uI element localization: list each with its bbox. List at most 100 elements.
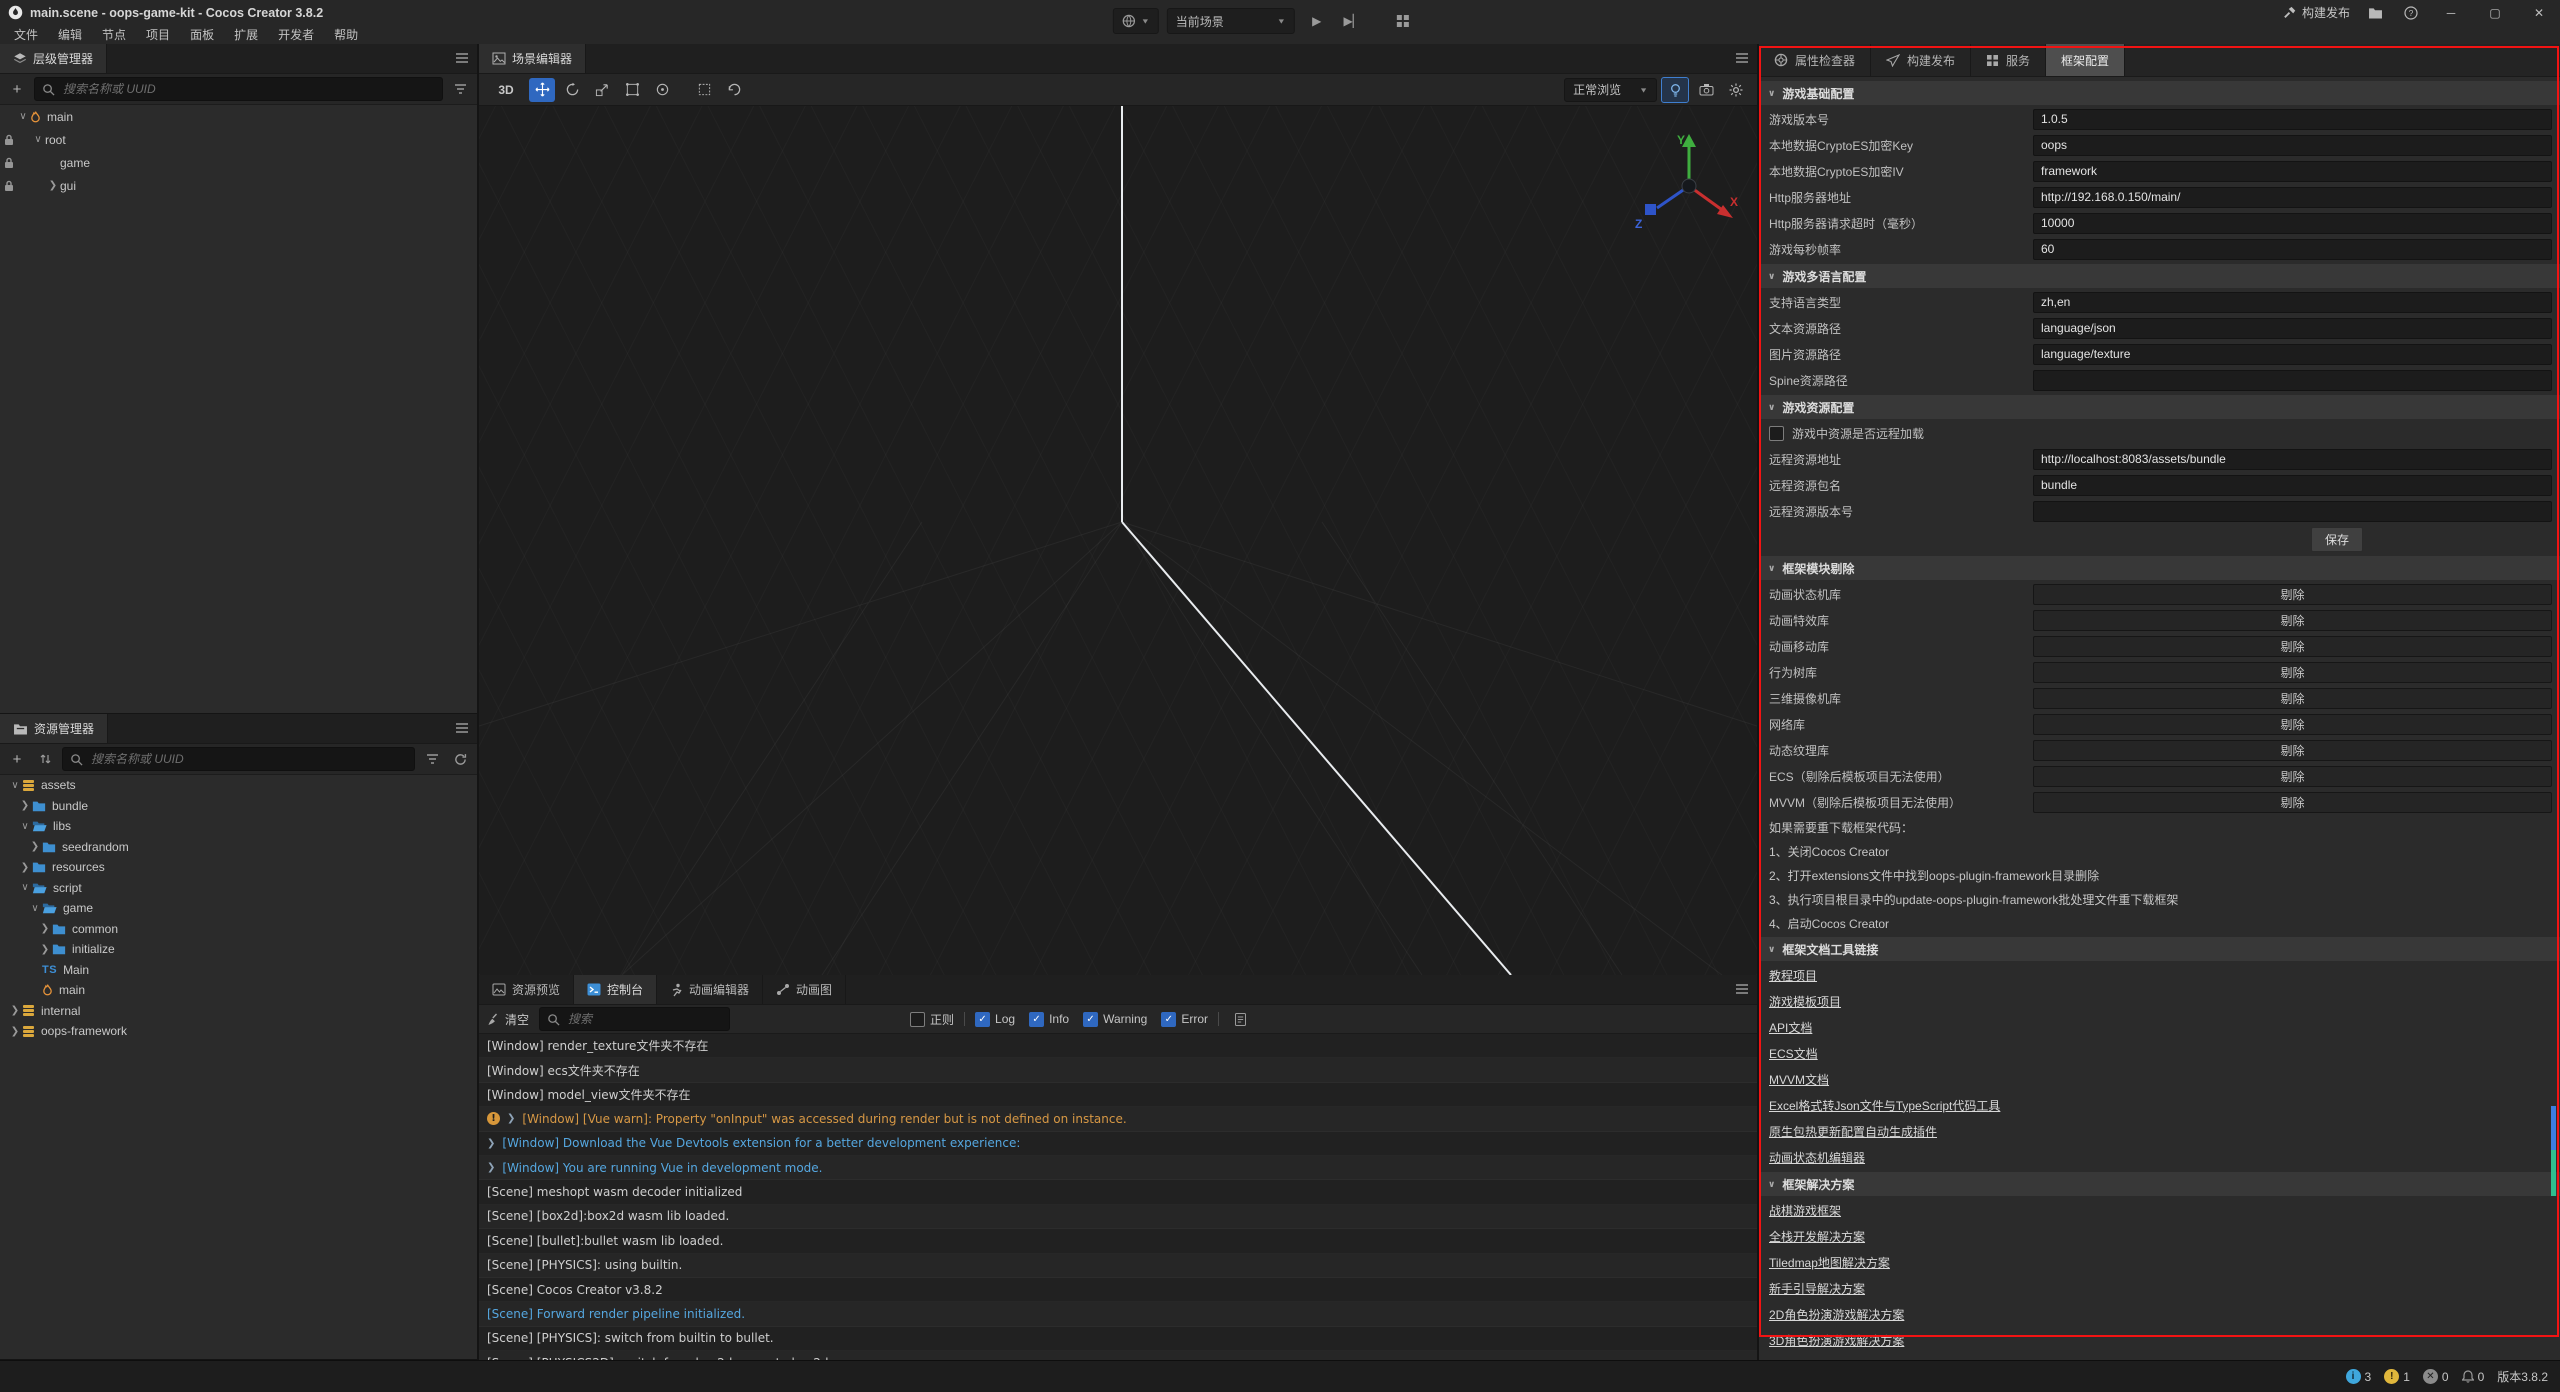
- log-row[interactable]: [Scene] [box2d]:box2d wasm lib loaded.: [479, 1205, 1757, 1229]
- save-button[interactable]: 保存: [2311, 527, 2363, 552]
- asset-node-game[interactable]: ∨game: [0, 898, 477, 919]
- collapse-arrow-icon[interactable]: ∨: [31, 134, 45, 145]
- hierarchy-menu-icon[interactable]: [455, 52, 469, 64]
- expand-arrow-icon[interactable]: ❯: [487, 1162, 495, 1173]
- maximize-button[interactable]: ▢: [2480, 0, 2510, 25]
- tab-assets[interactable]: 资源管理器: [0, 714, 108, 743]
- log-row[interactable]: [Scene] [PHYSICS]: switch from builtin t…: [479, 1327, 1757, 1351]
- minimize-button[interactable]: ─: [2436, 0, 2466, 25]
- scrollbar-thumb[interactable]: [2551, 1106, 2556, 1150]
- doc-link[interactable]: API文档: [1769, 1019, 1812, 1036]
- expand-arrow-icon[interactable]: ❯: [8, 1005, 22, 1016]
- console-menu-icon[interactable]: [1735, 983, 1749, 995]
- remove-module-button[interactable]: 剔除: [2033, 584, 2552, 605]
- remote-load-checkbox[interactable]: 游戏中资源是否远程加载: [1759, 420, 2560, 446]
- field-input-远程资源地址[interactable]: [2033, 449, 2552, 470]
- tool-scale-icon[interactable]: [589, 78, 615, 102]
- log-row[interactable]: [Scene] Forward render pipeline initiali…: [479, 1302, 1757, 1326]
- menu-item-5[interactable]: 扩展: [224, 26, 268, 43]
- remove-module-button[interactable]: 剔除: [2033, 792, 2552, 813]
- doc-link[interactable]: Tiledmap地图解决方案: [1769, 1254, 1890, 1271]
- field-input-远程资源包名[interactable]: [2033, 475, 2552, 496]
- view-mode-dropdown[interactable]: 正常浏览 ▼: [1564, 78, 1657, 102]
- log-row[interactable]: [Window] ecs文件夹不存在: [479, 1058, 1757, 1082]
- field-input-本地数据CryptoES加密IV[interactable]: [2033, 161, 2552, 182]
- tab-framework-config[interactable]: 框架配置: [2046, 44, 2125, 76]
- assets-search-input[interactable]: [89, 751, 407, 767]
- doc-link[interactable]: 动画状态机编辑器: [1769, 1149, 1865, 1166]
- help-icon[interactable]: ?: [2400, 2, 2422, 24]
- collapse-arrow-icon[interactable]: ∨: [18, 821, 32, 832]
- log-row[interactable]: ❯[Window] Download the Vue Devtools exte…: [479, 1132, 1757, 1156]
- remove-module-button[interactable]: 剔除: [2033, 740, 2552, 761]
- tab-animation-graph[interactable]: 动画图: [763, 975, 846, 1004]
- filter-warning[interactable]: ✓Warning: [1083, 1012, 1147, 1027]
- expand-arrow-icon[interactable]: ❯: [507, 1113, 515, 1124]
- collapse-arrow-icon[interactable]: ∨: [18, 882, 32, 893]
- close-button[interactable]: ✕: [2524, 0, 2554, 25]
- field-input-Http服务器地址[interactable]: [2033, 187, 2552, 208]
- play-button[interactable]: ▶: [1303, 9, 1331, 33]
- tab-console[interactable]: 控制台: [574, 975, 657, 1004]
- section-header[interactable]: ∨游戏基础配置: [1759, 81, 2560, 105]
- field-input-游戏版本号[interactable]: [2033, 109, 2552, 130]
- field-input-支持语言类型[interactable]: [2033, 292, 2552, 313]
- hierarchy-node-gui[interactable]: ❯gui: [0, 174, 477, 197]
- tab-scene-editor[interactable]: 场景编辑器: [479, 44, 586, 73]
- tool-gizmo-pivot-icon[interactable]: [649, 78, 675, 102]
- tab-animation-editor[interactable]: 动画编辑器: [657, 975, 763, 1004]
- asset-node-main[interactable]: main: [0, 980, 477, 1001]
- section-header[interactable]: ∨游戏多语言配置: [1759, 264, 2560, 288]
- scene-settings-gear-icon[interactable]: [1723, 78, 1749, 102]
- log-row[interactable]: [Window] render_texture文件夹不存在: [479, 1034, 1757, 1058]
- asset-node-bundle[interactable]: ❯bundle: [0, 796, 477, 817]
- tool-translate-icon[interactable]: [529, 78, 555, 102]
- field-input-游戏每秒帧率[interactable]: [2033, 239, 2552, 260]
- filter-info[interactable]: ✓Info: [1029, 1012, 1069, 1027]
- doc-link[interactable]: 原生包热更新配置自动生成插件: [1769, 1123, 1937, 1140]
- remove-module-button[interactable]: 剔除: [2033, 688, 2552, 709]
- notification-count[interactable]: 0: [2462, 1370, 2485, 1384]
- menu-item-2[interactable]: 节点: [92, 26, 136, 43]
- expand-arrow-icon[interactable]: ❯: [38, 923, 52, 934]
- open-log-file-icon[interactable]: [1229, 1008, 1251, 1030]
- asset-node-oops-framework[interactable]: ❯oops-framework: [0, 1021, 477, 1042]
- doc-link[interactable]: 2D角色扮演游戏解决方案: [1769, 1306, 1904, 1323]
- field-input-文本资源路径[interactable]: [2033, 318, 2552, 339]
- info-count[interactable]: i 3: [2346, 1369, 2372, 1384]
- expand-arrow-icon[interactable]: ❯: [18, 862, 32, 873]
- doc-link[interactable]: MVVM文档: [1769, 1071, 1829, 1088]
- doc-link[interactable]: 3D角色扮演游戏解决方案: [1769, 1332, 1904, 1349]
- log-row[interactable]: [Scene] Cocos Creator v3.8.2: [479, 1278, 1757, 1302]
- doc-link[interactable]: 战棋游戏框架: [1769, 1202, 1841, 1219]
- asset-node-script[interactable]: ∨script: [0, 878, 477, 899]
- warning-count[interactable]: ! 1: [2384, 1369, 2410, 1384]
- hierarchy-search-input[interactable]: [61, 81, 435, 97]
- menu-item-4[interactable]: 面板: [180, 26, 224, 43]
- layout-grid-icon[interactable]: [1389, 9, 1417, 33]
- tab-property-inspector[interactable]: 属性检查器: [1759, 44, 1871, 76]
- section-header[interactable]: ∨框架解决方案: [1759, 1172, 2560, 1196]
- section-header[interactable]: ∨框架文档工具链接: [1759, 937, 2560, 961]
- filter-error[interactable]: ✓Error: [1161, 1012, 1208, 1027]
- remove-module-button[interactable]: 剔除: [2033, 610, 2552, 631]
- doc-link[interactable]: 游戏模板项目: [1769, 993, 1841, 1010]
- assets-filter-icon[interactable]: [421, 748, 443, 770]
- asset-node-main[interactable]: TSMain: [0, 960, 477, 981]
- create-node-button[interactable]: +: [6, 78, 28, 100]
- remove-module-button[interactable]: 剔除: [2033, 714, 2552, 735]
- hierarchy-node-main[interactable]: ∨main: [0, 105, 477, 128]
- asset-node-libs[interactable]: ∨libs: [0, 816, 477, 837]
- hierarchy-filter-icon[interactable]: [449, 78, 471, 100]
- tool-rotate-icon[interactable]: [559, 78, 585, 102]
- tab-services[interactable]: 服务: [1971, 44, 2046, 76]
- expand-arrow-icon[interactable]: ❯: [38, 944, 52, 955]
- expand-arrow-icon[interactable]: ❯: [8, 1026, 22, 1037]
- expand-arrow-icon[interactable]: ❯: [487, 1138, 495, 1149]
- scene-menu-icon[interactable]: [1735, 52, 1749, 64]
- log-row[interactable]: [Scene] [bullet]:bullet wasm lib loaded.: [479, 1229, 1757, 1253]
- sort-assets-icon[interactable]: [34, 748, 56, 770]
- asset-node-resources[interactable]: ❯resources: [0, 857, 477, 878]
- create-asset-button[interactable]: +: [6, 748, 28, 770]
- lighting-toggle-icon[interactable]: [1661, 77, 1689, 103]
